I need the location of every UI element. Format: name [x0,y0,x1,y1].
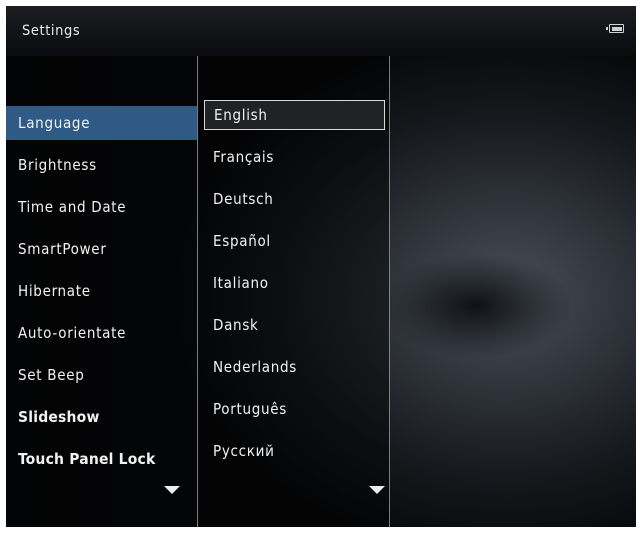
language-option-deutsch[interactable]: Deutsch [199,182,389,216]
menu-item-set-beep[interactable]: Set Beep [6,358,197,392]
menu-item-touch-panel-lock[interactable]: Touch Panel Lock [6,442,197,476]
language-option-espanol[interactable]: Español [199,224,389,258]
language-option-dansk[interactable]: Dansk [199,308,389,342]
language-menu: English Français Deutsch Español Italian… [199,56,389,527]
language-option-portugues[interactable]: Português [199,392,389,426]
menu-item-smartpower[interactable]: SmartPower [6,232,197,266]
chevron-down-icon[interactable] [164,486,180,494]
battery-icon [606,24,624,33]
title-bar: Settings [6,6,636,56]
settings-screen: Settings Language Brightness Time and Da… [6,6,636,527]
language-option-francais[interactable]: Français [199,140,389,174]
page-title: Settings [22,23,81,39]
chevron-down-icon[interactable] [369,486,385,494]
menu-item-hibernate[interactable]: Hibernate [6,274,197,308]
column-divider [389,56,390,527]
language-option-english[interactable]: English [204,100,385,130]
menu-item-slideshow[interactable]: Slideshow [6,400,197,434]
column-divider [197,56,198,527]
menu-item-brightness[interactable]: Brightness [6,148,197,182]
language-option-italiano[interactable]: Italiano [199,266,389,300]
menu-item-language[interactable]: Language [6,106,197,140]
language-option-nederlands[interactable]: Nederlands [199,350,389,384]
settings-menu: Language Brightness Time and Date SmartP… [6,56,197,527]
menu-item-auto-orientate[interactable]: Auto-orientate [6,316,197,350]
language-option-russian[interactable]: Русский [199,434,389,468]
menu-item-time-and-date[interactable]: Time and Date [6,190,197,224]
